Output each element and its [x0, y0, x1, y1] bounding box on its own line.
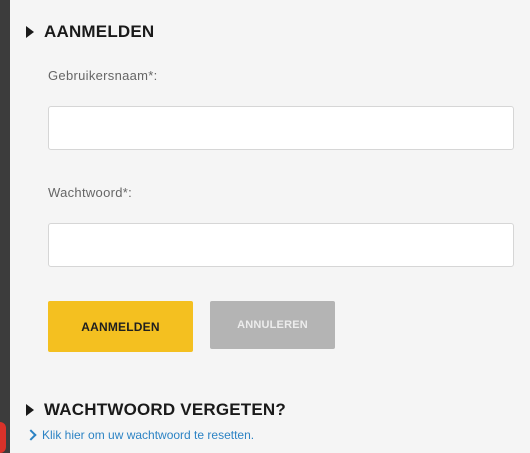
page-frame: AANMELDEN Gebruikersnaam*: Wachtwoord*: …	[0, 0, 530, 453]
login-panel: AANMELDEN Gebruikersnaam*: Wachtwoord*: …	[10, 0, 530, 453]
login-heading-text: AANMELDEN	[44, 22, 155, 41]
username-label: Gebruikersnaam*:	[48, 68, 158, 83]
password-label: Wachtwoord*:	[48, 185, 133, 200]
password-input[interactable]	[48, 223, 514, 267]
triangle-right-icon	[26, 26, 34, 38]
forgot-password-heading-text: WACHTWOORD VERGETEN?	[44, 400, 286, 419]
chevron-right-icon	[25, 429, 37, 441]
forgot-password-heading: WACHTWOORD VERGETEN?	[26, 400, 286, 420]
reset-password-link[interactable]: Klik hier om uw wachtwoord te resetten.	[25, 428, 255, 442]
login-button[interactable]: AANMELDEN	[48, 301, 193, 352]
reset-password-link-text: Klik hier om uw wachtwoord te resetten.	[42, 428, 255, 442]
login-heading: AANMELDEN	[26, 22, 154, 42]
side-marker	[0, 422, 6, 453]
username-input[interactable]	[48, 106, 514, 150]
cancel-button[interactable]: ANNULEREN	[210, 301, 335, 349]
triangle-right-icon	[26, 404, 34, 416]
